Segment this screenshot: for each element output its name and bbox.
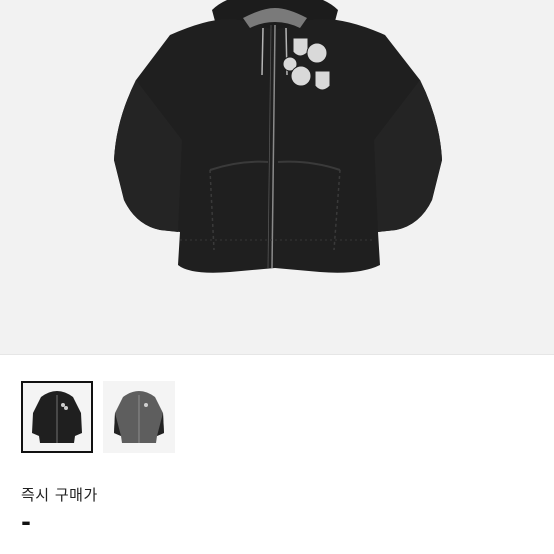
- grey-hoodie-thumbnail-icon: [114, 391, 164, 443]
- thumbnail-grey-hoodie[interactable]: [103, 381, 175, 453]
- instant-purchase-price-value: -: [21, 508, 31, 536]
- section-divider: [0, 354, 554, 355]
- instant-purchase-price-label: 즉시 구매가: [21, 486, 98, 504]
- product-main-image: [0, 0, 554, 354]
- hoodie-illustration: [114, 0, 442, 273]
- black-hoodie-thumbnail-icon: [32, 391, 82, 443]
- thumbnail-black-hoodie[interactable]: [21, 381, 93, 453]
- thumbnail-gallery: [21, 381, 175, 453]
